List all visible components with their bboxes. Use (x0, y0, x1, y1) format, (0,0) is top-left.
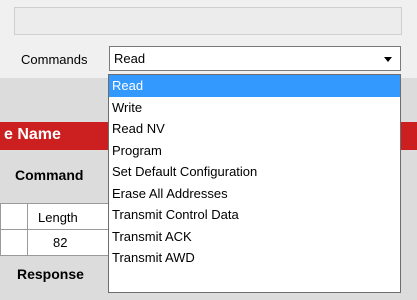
dropdown-option-transmit-control-data[interactable]: Transmit Control Data (109, 204, 400, 226)
length-column-header: Length (38, 210, 78, 225)
table-divider-horizontal (1, 229, 109, 230)
dropdown-option-read-nv[interactable]: Read NV (109, 118, 400, 140)
chevron-down-icon[interactable] (384, 57, 392, 62)
top-field[interactable] (14, 7, 402, 35)
length-cell: 82 (53, 235, 68, 250)
commands-selected-value: Read (114, 51, 146, 66)
dropdown-option-transmit-awd[interactable]: Transmit AWD (109, 247, 400, 269)
command-heading: Command (15, 167, 84, 183)
commands-label: Commands (21, 52, 88, 67)
dropdown-option-transmit-ack[interactable]: Transmit ACK (109, 226, 400, 248)
name-header-label: e Name (4, 126, 61, 143)
commands-dropdown-list: Read Write Read NV Program Set Default C… (108, 74, 401, 293)
dropdown-option-read[interactable]: Read (109, 75, 400, 97)
top-band: Commands Read (0, 0, 417, 78)
dropdown-option-erase-all-addresses[interactable]: Erase All Addresses (109, 183, 400, 205)
dropdown-option-program[interactable]: Program (109, 140, 400, 162)
commands-select[interactable]: Read (109, 46, 401, 71)
dropdown-option-set-default-configuration[interactable]: Set Default Configuration (109, 161, 400, 183)
dropdown-option-write[interactable]: Write (109, 97, 400, 119)
parameter-table: Length 82 (0, 203, 110, 256)
response-heading: Response (17, 266, 84, 282)
